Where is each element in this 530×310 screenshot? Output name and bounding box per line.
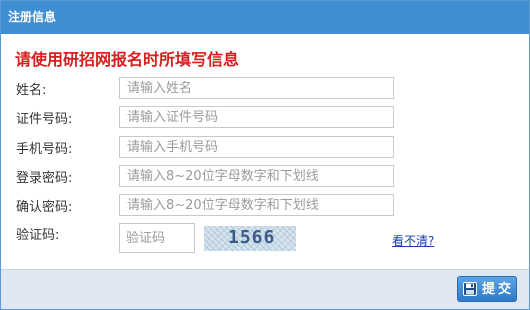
submit-button[interactable]: 提交 [457,276,517,302]
id-number-input-placeholder: 请输入证件号码 [127,110,219,125]
name-input[interactable]: 请输入姓名 [119,77,394,99]
captcha-image[interactable]: 1566 [204,226,296,251]
id-number-input[interactable]: 请输入证件号码 [119,106,394,128]
dialog-titlebar: 注册信息 [1,1,529,34]
password-input-placeholder: 请输入8~20位字母数字和下划线 [127,169,319,184]
phone-input[interactable]: 请输入手机号码 [119,136,394,158]
phone-label: 手机号码: [16,142,73,157]
captcha-input-placeholder: 验证码 [126,231,166,246]
confirm-password-label: 确认密码: [16,200,73,215]
password-label: 登录密码: [16,171,73,186]
dialog-footer: 提交 [1,269,529,309]
captcha-refresh-link[interactable]: 看不清? [392,234,434,248]
id-number-label: 证件号码: [16,112,73,127]
captcha-input[interactable]: 验证码 [119,223,195,253]
save-icon [463,282,477,296]
password-input[interactable]: 请输入8~20位字母数字和下划线 [119,165,394,187]
captcha-label: 验证码: [16,228,60,243]
dialog-title: 注册信息 [8,10,57,24]
form-heading: 请使用研招网报名时所填写信息 [15,50,240,69]
confirm-password-input-placeholder: 请输入8~20位字母数字和下划线 [127,198,319,213]
confirm-password-input[interactable]: 请输入8~20位字母数字和下划线 [119,194,394,216]
registration-dialog: 注册信息 请使用研招网报名时所填写信息 姓名: 请输入姓名 证件号码: 请输入证… [0,0,530,310]
captcha-code-text: 1566 [228,227,276,248]
phone-input-placeholder: 请输入手机号码 [127,140,219,155]
name-label: 姓名: [16,83,47,98]
submit-button-label: 提交 [482,282,515,297]
name-input-placeholder: 请输入姓名 [127,81,193,96]
registration-form: 请使用研招网报名时所填写信息 姓名: 请输入姓名 证件号码: 请输入证件号码 手… [1,34,529,269]
